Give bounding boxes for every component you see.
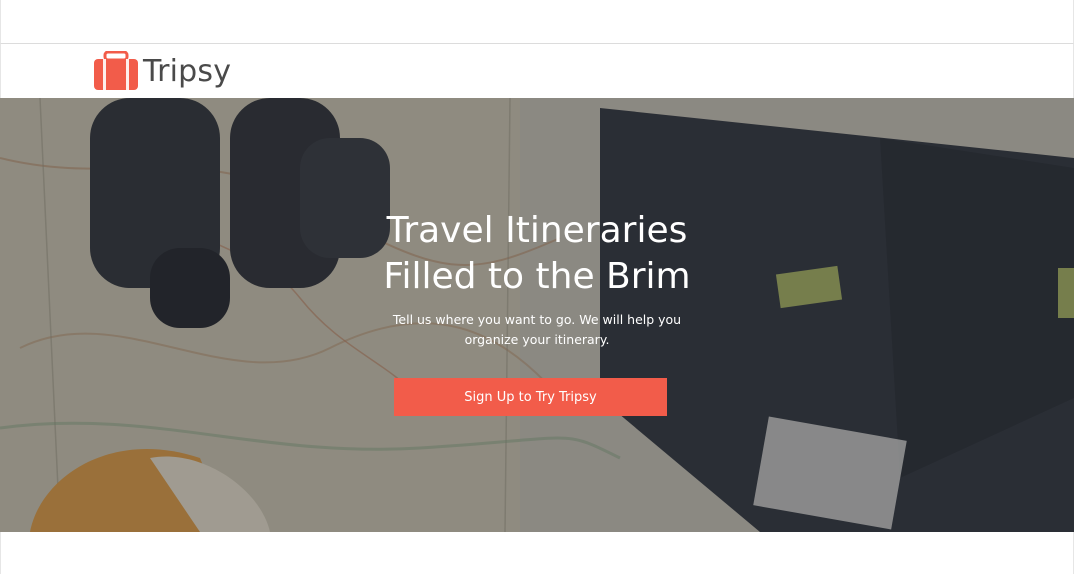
hero-subtitle-line1: Tell us where you want to go. We will he… xyxy=(392,312,682,327)
suitcase-icon xyxy=(94,51,138,90)
logo-link[interactable]: Tripsy xyxy=(93,50,231,92)
navbar: Tripsy xyxy=(0,44,1074,98)
hero-content: Travel Itineraries Filled to the Brim Te… xyxy=(337,208,737,350)
top-strip xyxy=(0,0,1074,44)
hero-title-line1: Travel Itineraries xyxy=(386,210,688,251)
hero-subtitle: Tell us where you want to go. We will he… xyxy=(337,310,737,350)
bottom-strip xyxy=(0,532,1074,574)
hero-title: Travel Itineraries Filled to the Brim xyxy=(337,208,737,300)
hero-subtitle-line2: organize your itinerary. xyxy=(464,332,610,347)
hero-title-line2: Filled to the Brim xyxy=(383,256,691,297)
signup-button[interactable]: Sign Up to Try Tripsy xyxy=(394,378,667,416)
brand-name: Tripsy xyxy=(143,53,232,89)
hero-section: Travel Itineraries Filled to the Brim Te… xyxy=(0,98,1074,532)
